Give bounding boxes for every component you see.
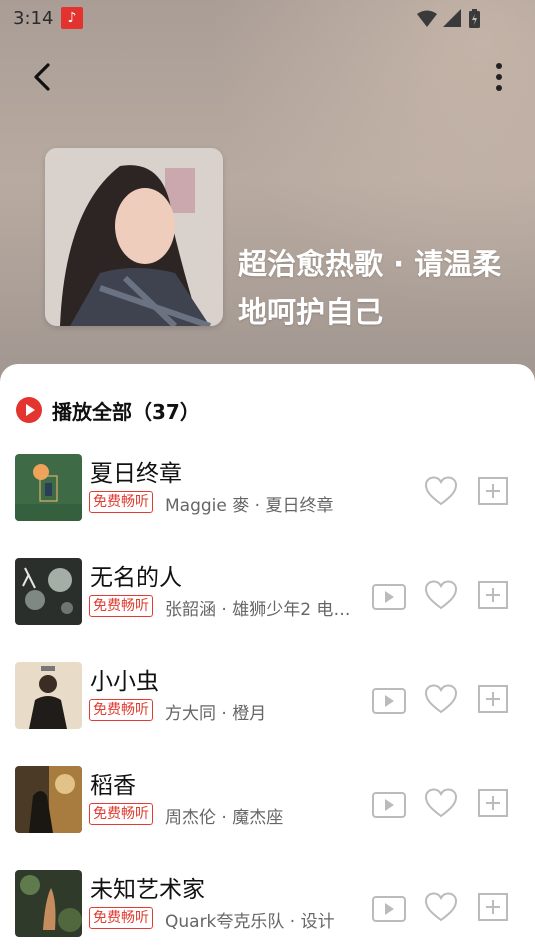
song-artist-album: Maggie 麥 · 夏日终章 bbox=[165, 496, 334, 516]
song-row[interactable]: 无名的人 免费畅听 张韶涵 · 雄狮少年2 电影… bbox=[0, 558, 535, 628]
free-badge: 免费畅听 bbox=[89, 491, 153, 513]
song-row[interactable]: 小小虫 免费畅听 方大同 · 橙月 bbox=[0, 662, 535, 732]
system-icons bbox=[415, 8, 495, 34]
plus-box-icon bbox=[478, 789, 508, 817]
song-cover-image bbox=[15, 454, 82, 521]
heart-icon bbox=[424, 476, 458, 506]
free-badge: 免费畅听 bbox=[89, 803, 153, 825]
song-artist-album: 方大同 · 橙月 bbox=[165, 704, 267, 724]
more-options-button[interactable] bbox=[477, 55, 521, 99]
heart-icon bbox=[424, 892, 458, 922]
song-title: 小小虫 bbox=[90, 669, 159, 695]
playlist-cover-image bbox=[45, 148, 223, 326]
heart-icon bbox=[424, 684, 458, 714]
free-badge: 免费畅听 bbox=[89, 699, 153, 721]
music-app-notification-icon: ♪ bbox=[61, 7, 83, 29]
song-cover-image bbox=[15, 558, 82, 625]
song-row[interactable]: 稻香 免费畅听 周杰伦 · 魔杰座 bbox=[0, 766, 535, 836]
song-title: 未知艺术家 bbox=[90, 877, 205, 903]
status-time: 3:14 bbox=[13, 8, 54, 29]
song-cover-image bbox=[15, 766, 82, 833]
song-artist-album: 张韶涵 · 雄狮少年2 电影… bbox=[165, 600, 365, 620]
favorite-button[interactable] bbox=[424, 684, 458, 718]
battery-icon bbox=[469, 9, 480, 28]
plus-box-icon bbox=[478, 893, 508, 921]
song-cover-image bbox=[15, 662, 82, 729]
favorite-button[interactable] bbox=[424, 580, 458, 614]
add-to-playlist-button[interactable] bbox=[478, 685, 508, 717]
free-badge: 免费畅听 bbox=[89, 595, 153, 617]
add-to-playlist-button[interactable] bbox=[478, 789, 508, 821]
favorite-button[interactable] bbox=[424, 476, 458, 510]
wifi-icon bbox=[417, 10, 437, 27]
song-artist-album: Quark夸克乐队 · 设计 bbox=[165, 912, 335, 932]
playlist-title: 超治愈热歌 · 请温柔地呵护自己 bbox=[238, 247, 502, 329]
signal-icon bbox=[443, 9, 461, 27]
mv-button[interactable] bbox=[372, 688, 406, 718]
more-vertical-icon bbox=[496, 63, 502, 91]
video-play-icon bbox=[372, 792, 406, 818]
song-cover-image bbox=[15, 870, 82, 937]
song-row[interactable]: 未知艺术家 免费畅听 Quark夸克乐队 · 设计 bbox=[0, 870, 535, 940]
play-all-label: 播放全部（37） bbox=[52, 399, 200, 424]
add-to-playlist-button[interactable] bbox=[478, 893, 508, 925]
video-play-icon bbox=[372, 584, 406, 610]
song-list-panel bbox=[0, 364, 535, 951]
add-to-playlist-button[interactable] bbox=[478, 581, 508, 613]
free-badge: 免费畅听 bbox=[89, 907, 153, 929]
song-title: 无名的人 bbox=[90, 565, 182, 591]
song-artist-album: 周杰伦 · 魔杰座 bbox=[165, 808, 284, 828]
song-title: 稻香 bbox=[90, 773, 136, 799]
add-to-playlist-button[interactable] bbox=[478, 477, 508, 509]
play-circle-icon bbox=[16, 397, 42, 423]
play-all-button[interactable]: 播放全部（37） bbox=[16, 395, 200, 425]
back-button[interactable] bbox=[18, 55, 62, 99]
video-play-icon bbox=[372, 688, 406, 714]
song-title: 夏日终章 bbox=[90, 461, 182, 487]
favorite-button[interactable] bbox=[424, 892, 458, 926]
mv-button[interactable] bbox=[372, 896, 406, 926]
plus-box-icon bbox=[478, 477, 508, 505]
video-play-icon bbox=[372, 896, 406, 922]
status-bar: 3:14 ♪ bbox=[0, 0, 535, 36]
mv-button[interactable] bbox=[372, 584, 406, 614]
plus-box-icon bbox=[478, 581, 508, 609]
chevron-left-icon bbox=[34, 63, 50, 91]
heart-icon bbox=[424, 788, 458, 818]
heart-icon bbox=[424, 580, 458, 610]
plus-box-icon bbox=[478, 685, 508, 713]
mv-button[interactable] bbox=[372, 792, 406, 822]
favorite-button[interactable] bbox=[424, 788, 458, 822]
song-row[interactable]: 夏日终章 免费畅听 Maggie 麥 · 夏日终章 bbox=[0, 454, 535, 524]
